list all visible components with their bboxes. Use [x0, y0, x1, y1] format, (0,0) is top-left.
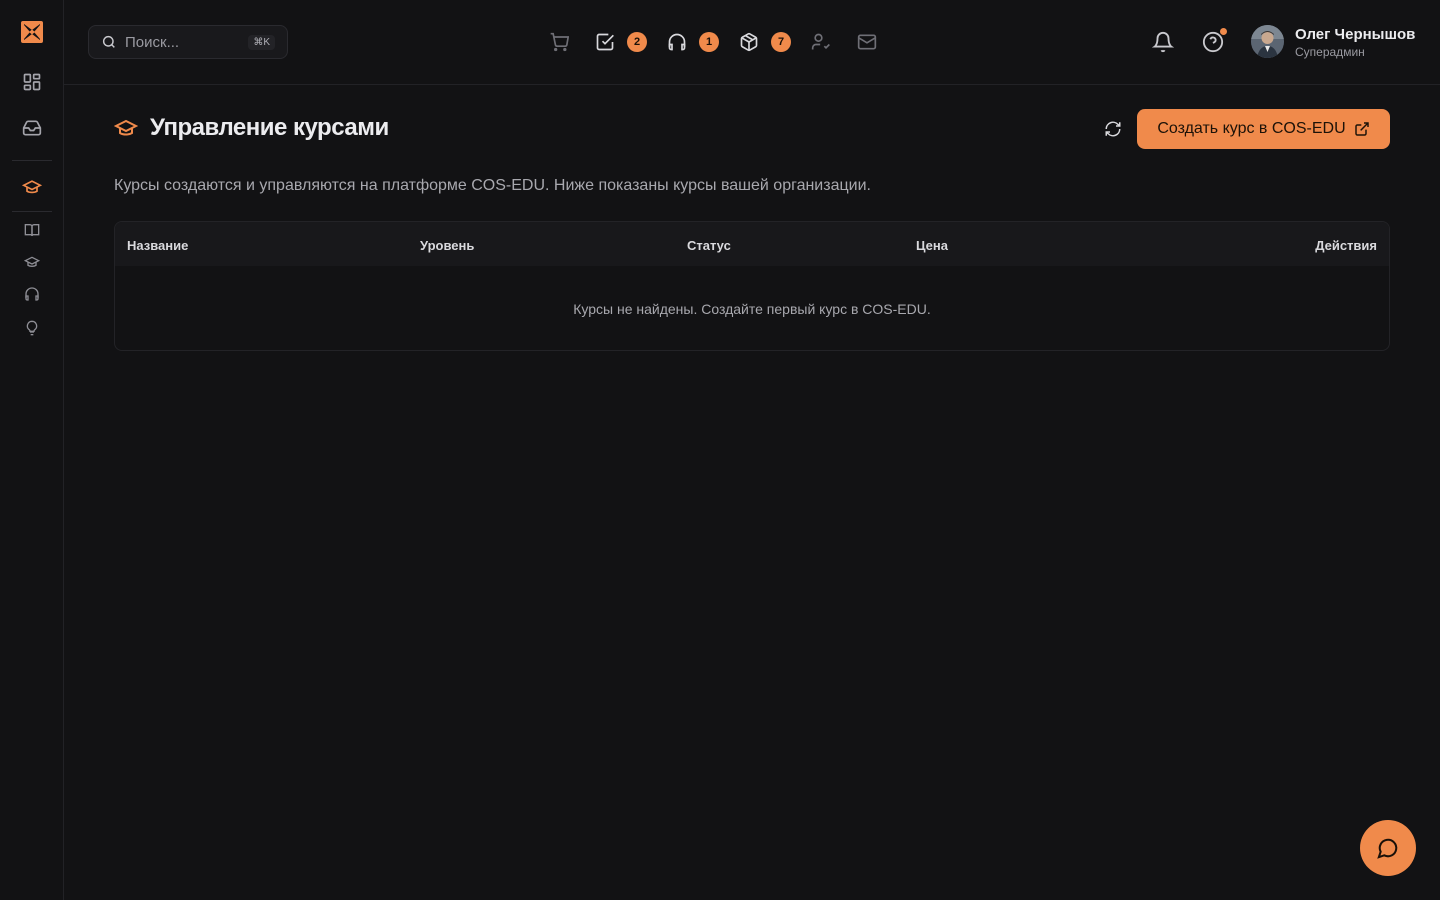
graduation-cap-small-icon — [24, 256, 40, 267]
page-subtitle: Курсы создаются и управляются на платфор… — [114, 177, 871, 194]
mail-icon — [857, 34, 877, 50]
refresh-button[interactable] — [1101, 117, 1125, 141]
empty-state-text: Курсы не найдены. Создайте первый курс в… — [573, 301, 931, 317]
search-input[interactable] — [125, 33, 245, 51]
chat-button[interactable] — [1360, 820, 1416, 876]
support-button[interactable] — [665, 30, 689, 54]
refresh-icon — [1105, 121, 1121, 137]
tasks-icon — [596, 33, 614, 51]
user-check-button[interactable] — [809, 30, 833, 54]
page-title: Управление курсами — [150, 114, 389, 141]
headset-icon — [668, 33, 686, 51]
sidebar-item-courses[interactable] — [16, 171, 48, 203]
package-icon — [740, 32, 758, 52]
table-header: Название Уровень Статус Цена Действия — [115, 222, 1389, 266]
column-header-name[interactable]: Название — [127, 238, 188, 253]
lightbulb-icon — [26, 320, 38, 336]
user-name[interactable]: Олег Чернышов — [1295, 26, 1415, 43]
search-shortcut: ⌘K — [248, 34, 275, 50]
packages-button[interactable] — [737, 30, 761, 54]
external-link-icon — [1354, 122, 1369, 136]
sidebar — [0, 0, 64, 900]
chat-icon — [1377, 838, 1398, 859]
sidebar-item-dashboard[interactable] — [16, 66, 48, 98]
sidebar-item-support[interactable] — [16, 278, 48, 310]
sidebar-divider — [12, 160, 52, 161]
column-header-actions: Действия — [1315, 238, 1377, 253]
courses-table: Название Уровень Статус Цена Действия Ку… — [114, 221, 1390, 351]
tasks-button[interactable] — [593, 30, 617, 54]
dashboard-icon — [23, 73, 41, 91]
create-course-label: Создать курс в COS-EDU — [1157, 120, 1346, 137]
sidebar-item-ideas[interactable] — [16, 312, 48, 344]
support-badge: 1 — [699, 32, 719, 52]
packages-badge: 7 — [771, 32, 791, 52]
create-course-button[interactable]: Создать курс в COS-EDU — [1137, 109, 1390, 149]
notifications-button[interactable] — [1151, 30, 1175, 54]
app-logo-icon[interactable] — [20, 20, 44, 44]
sidebar-item-education[interactable] — [16, 246, 48, 278]
mail-button[interactable] — [855, 30, 879, 54]
headset-small-icon — [25, 287, 39, 301]
graduation-cap-icon — [114, 119, 138, 136]
cart-button[interactable] — [547, 30, 571, 54]
user-check-icon — [811, 33, 830, 50]
column-header-level[interactable]: Уровень — [420, 238, 474, 253]
topbar: ⌘K 2 1 7 — [64, 0, 1440, 85]
search-box[interactable]: ⌘K — [88, 25, 288, 59]
help-notification-dot — [1220, 28, 1227, 35]
bell-icon — [1152, 32, 1174, 53]
column-header-price[interactable]: Цена — [916, 238, 948, 253]
user-role: Суперадмин — [1295, 45, 1365, 59]
search-icon — [102, 35, 115, 48]
column-header-status[interactable]: Статус — [687, 238, 731, 253]
graduation-cap-icon — [22, 180, 42, 194]
book-icon — [24, 224, 40, 237]
sidebar-item-book[interactable] — [16, 214, 48, 246]
avatar[interactable] — [1251, 25, 1284, 58]
tasks-badge: 2 — [627, 32, 647, 52]
cart-icon — [550, 32, 569, 52]
sidebar-item-inbox[interactable] — [16, 112, 48, 144]
inbox-icon — [22, 120, 42, 136]
sidebar-divider — [12, 211, 52, 212]
page-header: Управление курсами — [114, 114, 389, 142]
